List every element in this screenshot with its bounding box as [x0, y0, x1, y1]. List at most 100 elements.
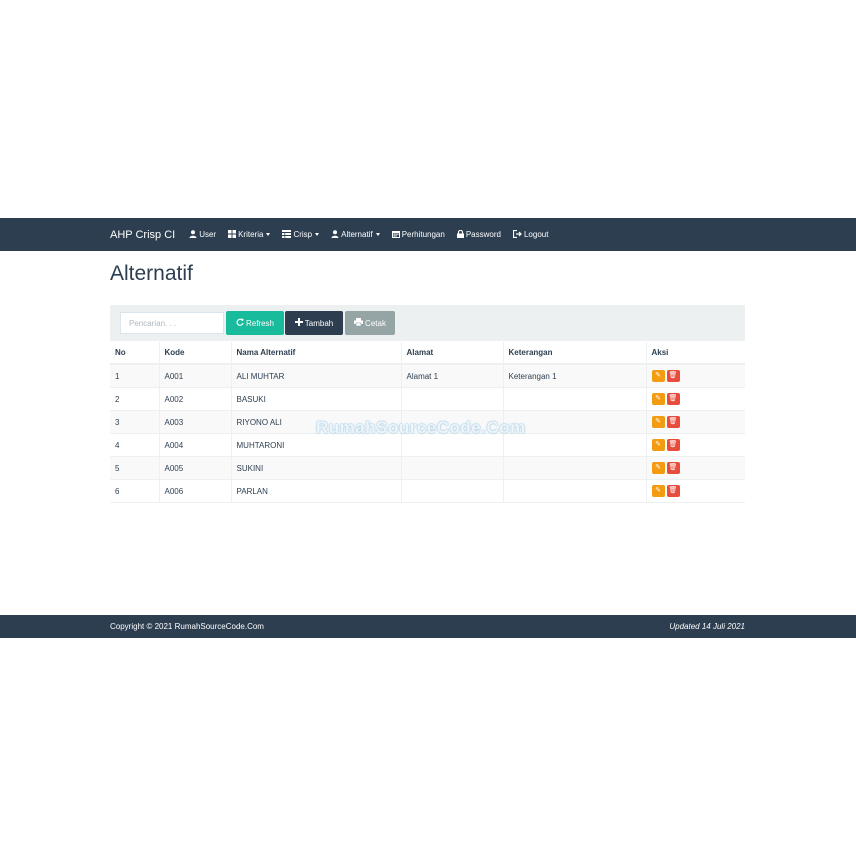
alternatif-table: No Kode Nama Alternatif Alamat Keteranga…	[110, 342, 745, 503]
print-icon	[354, 318, 364, 328]
cell-alamat	[401, 387, 504, 411]
cell-alamat	[401, 433, 504, 457]
delete-button[interactable]: 🗑	[666, 393, 680, 405]
calendar-icon	[391, 230, 400, 240]
cell-alamat	[401, 479, 504, 503]
page-title: Alternatif	[110, 262, 193, 285]
edit-icon: ✎	[655, 395, 661, 402]
cell-kode: A004	[159, 433, 232, 457]
cell-kode: A003	[159, 410, 232, 434]
caret-down-icon	[266, 233, 271, 236]
nav-item-label: Logout	[523, 230, 549, 239]
cell-nama: ALI MUHTAR	[231, 363, 402, 388]
nav-item-label: User	[199, 230, 217, 239]
cell-no: 4	[110, 433, 160, 457]
cell-aksi: ✎ 🗑	[646, 387, 745, 411]
trash-icon: 🗑	[668, 418, 678, 425]
nav-item-label: Password	[465, 230, 501, 239]
cell-aksi: ✎ 🗑	[646, 433, 745, 457]
edit-button[interactable]: ✎	[651, 416, 665, 428]
edit-button[interactable]: ✎	[651, 370, 665, 382]
nav-item-user[interactable]: User	[189, 229, 217, 240]
search-input[interactable]	[120, 312, 224, 334]
column-header-no: No	[110, 342, 160, 365]
cell-no: 1	[110, 363, 160, 388]
toolbar: Refresh Tambah Cetak	[110, 305, 745, 341]
table-row: 1 A001 ALI MUHTAR Alamat 1 Keterangan 1 …	[110, 363, 745, 388]
nav-item-kriteria[interactable]: Kriteria	[228, 229, 271, 240]
table-row: 3 A003 RIYONO ALI ✎ 🗑	[110, 410, 745, 434]
column-header-alamat: Alamat	[401, 342, 504, 365]
navbar: AHP Crisp CI User Kriteria Crisp Alterna…	[0, 218, 856, 251]
edit-button[interactable]: ✎	[651, 462, 665, 474]
table-header-row: No Kode Nama Alternatif Alamat Keteranga…	[110, 342, 745, 365]
edit-button[interactable]: ✎	[651, 393, 665, 405]
delete-button[interactable]: 🗑	[666, 439, 680, 451]
nav-item-perhitungan[interactable]: Perhitungan	[391, 230, 445, 240]
user-icon	[189, 229, 197, 240]
cell-keterangan: Keterangan 1	[503, 363, 647, 388]
edit-icon: ✎	[655, 464, 661, 471]
nav-item-password[interactable]: Password	[456, 229, 501, 240]
cell-nama: MUHTARONI	[231, 433, 402, 457]
nav-item-label: Crisp	[293, 230, 313, 239]
user-icon	[331, 229, 339, 240]
cell-keterangan	[503, 479, 647, 503]
edit-icon: ✎	[655, 418, 661, 425]
refresh-label: Refresh	[245, 318, 274, 328]
cell-no: 6	[110, 479, 160, 503]
cell-kode: A002	[159, 387, 232, 411]
delete-button[interactable]: 🗑	[666, 416, 680, 428]
table-row: 5 A005 SUKINI ✎ 🗑	[110, 456, 745, 480]
edit-button[interactable]: ✎	[651, 439, 665, 451]
cell-keterangan	[503, 410, 647, 434]
cell-nama: PARLAN	[231, 479, 402, 503]
column-header-kode: Kode	[159, 342, 232, 365]
nav-item-logout[interactable]: Logout	[512, 229, 549, 240]
print-label: Cetak	[365, 318, 386, 328]
cell-kode: A001	[159, 363, 232, 388]
edit-button[interactable]: ✎	[651, 485, 665, 497]
plus-icon	[294, 318, 303, 328]
logout-icon	[512, 229, 522, 240]
trash-icon: 🗑	[668, 441, 678, 448]
cell-nama: RIYONO ALI	[231, 410, 402, 434]
footer-updated: Updated 14 Juli 2021	[669, 622, 745, 631]
trash-icon: 🗑	[668, 487, 678, 494]
refresh-button[interactable]: Refresh	[226, 311, 284, 335]
column-header-nama: Nama Alternatif	[231, 342, 402, 365]
table-row: 2 A002 BASUKI ✎ 🗑	[110, 387, 745, 411]
cell-keterangan	[503, 433, 647, 457]
column-header-aksi: Aksi	[646, 342, 745, 365]
nav-item-crisp[interactable]: Crisp	[282, 229, 320, 240]
footer: Copyright © 2021 RumahSourceCode.Com Upd…	[0, 615, 856, 638]
navbar-brand[interactable]: AHP Crisp CI	[110, 229, 175, 241]
add-button[interactable]: Tambah	[285, 311, 343, 335]
cell-nama: BASUKI	[231, 387, 402, 411]
cell-aksi: ✎ 🗑	[646, 410, 745, 434]
cell-alamat	[401, 410, 504, 434]
delete-button[interactable]: 🗑	[666, 370, 680, 382]
nav-item-alternatif[interactable]: Alternatif	[331, 229, 380, 240]
nav-item-label: Perhitungan	[401, 230, 445, 239]
navbar-inner: AHP Crisp CI User Kriteria Crisp Alterna…	[110, 218, 560, 251]
cell-aksi: ✎ 🗑	[646, 456, 745, 480]
grid-icon	[228, 229, 237, 240]
table-row: 6 A006 PARLAN ✎ 🗑	[110, 479, 745, 503]
nav-item-label: Kriteria	[238, 230, 264, 239]
delete-button[interactable]: 🗑	[666, 485, 680, 497]
cell-keterangan	[503, 387, 647, 411]
print-button[interactable]: Cetak	[345, 311, 395, 335]
add-label: Tambah	[304, 318, 334, 328]
refresh-icon	[236, 318, 244, 328]
footer-copyright: Copyright © 2021 RumahSourceCode.Com	[110, 622, 264, 631]
delete-button[interactable]: 🗑	[666, 462, 680, 474]
cell-kode: A006	[159, 479, 232, 503]
cell-nama: SUKINI	[231, 456, 402, 480]
trash-icon: 🗑	[668, 372, 678, 379]
edit-icon: ✎	[655, 372, 661, 379]
column-header-keterangan: Keterangan	[503, 342, 647, 365]
cell-no: 3	[110, 410, 160, 434]
cell-keterangan	[503, 456, 647, 480]
list-icon	[282, 229, 292, 240]
